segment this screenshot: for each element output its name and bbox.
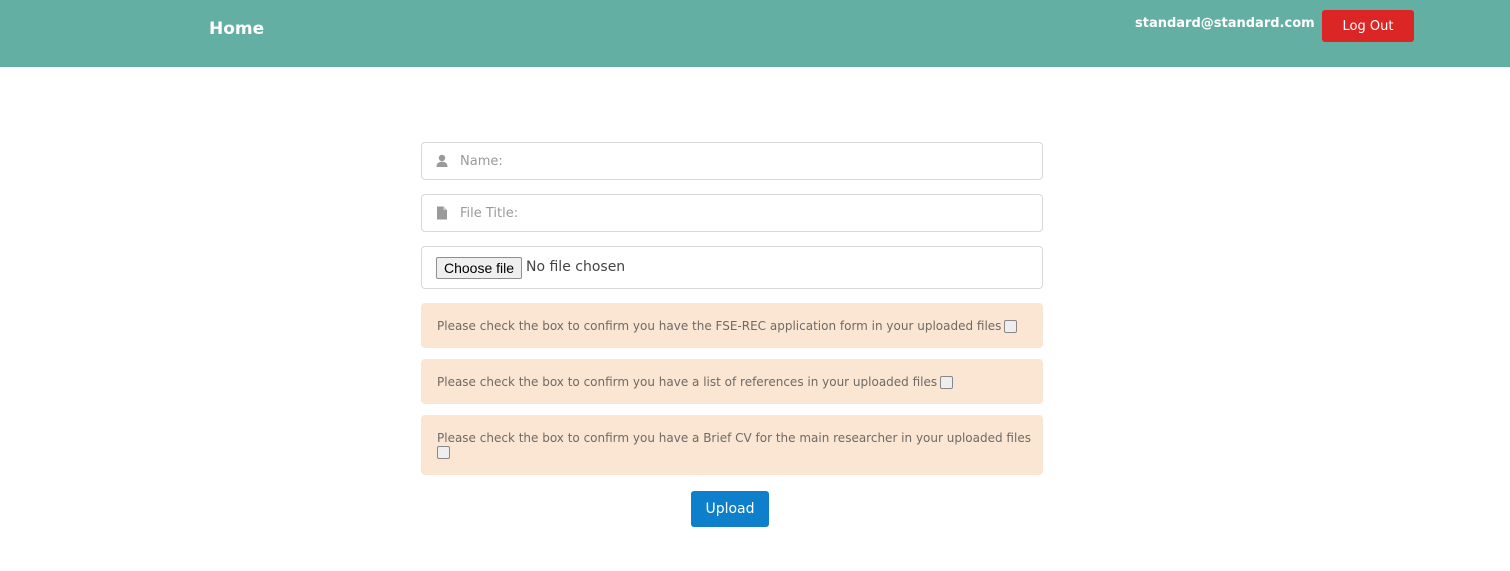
file-title-field [421,194,1043,232]
user-email: standard@standard.com [1135,16,1315,31]
user-icon [435,153,449,169]
file-title-input[interactable] [460,195,1030,231]
file-status: No file chosen [526,259,626,275]
confirm-application-form-label: Please check the box to confirm you have… [437,319,1002,333]
confirm-brief-cv: Please check the box to confirm you have… [421,415,1043,475]
file-upload-field: Choose file No file chosen [421,246,1043,289]
upload-button[interactable]: Upload [691,491,769,527]
logout-button[interactable]: Log Out [1322,10,1414,42]
file-icon [435,205,449,221]
confirm-references-checkbox[interactable] [940,376,954,389]
confirm-brief-cv-checkbox[interactable] [437,446,450,459]
home-link[interactable]: Home [209,19,264,39]
name-input[interactable] [460,143,1030,179]
confirm-references: Please check the box to confirm you have… [421,359,1043,404]
choose-file-button[interactable]: Choose file [436,257,523,279]
name-field [421,142,1043,180]
confirm-application-form: Please check the box to confirm you have… [421,303,1043,348]
confirm-application-form-checkbox[interactable] [1004,320,1018,333]
confirm-references-label: Please check the box to confirm you have… [437,375,938,389]
confirm-brief-cv-label: Please check the box to confirm you have… [437,431,1031,445]
top-navbar: Home standard@standard.com Log Out [0,0,1510,67]
